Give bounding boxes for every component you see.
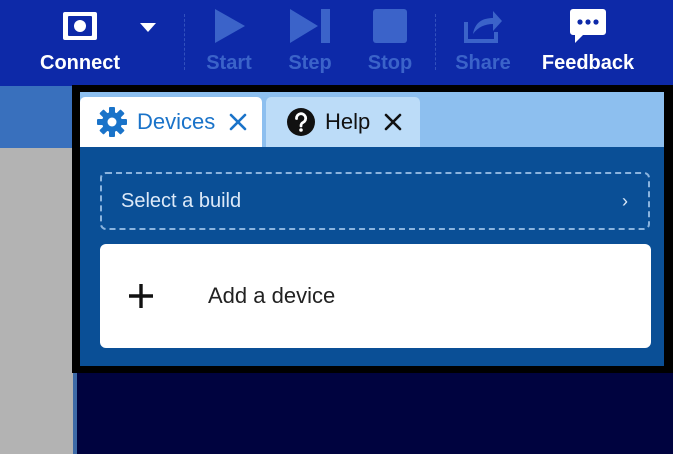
share-icon	[463, 0, 503, 52]
connect-label: Connect	[40, 52, 120, 74]
step-icon	[288, 0, 332, 52]
feedback-label: Feedback	[541, 52, 635, 74]
devices-dialog: Devices Help Select a build › Add a devi…	[72, 85, 673, 373]
background-panel-header	[0, 86, 73, 148]
step-label: Step	[288, 52, 332, 74]
stop-label: Stop	[367, 52, 413, 74]
select-build-label: Select a build	[121, 189, 242, 212]
plus-icon	[128, 283, 158, 309]
toolbar: Connect Start Step Stop Share Feedback	[0, 0, 673, 86]
close-icon[interactable]	[229, 113, 247, 131]
tab-help-label: Help	[325, 109, 371, 134]
tab-devices-label: Devices	[137, 109, 216, 134]
gear-icon	[96, 106, 128, 138]
play-icon	[212, 0, 246, 52]
add-device-label: Add a device	[208, 283, 336, 308]
chat-bubble-icon	[569, 0, 607, 52]
toolbar-separator	[184, 14, 185, 70]
close-icon[interactable]	[384, 113, 402, 131]
share-button[interactable]: Share	[450, 0, 516, 86]
connect-dropdown-icon[interactable]	[139, 20, 157, 38]
chevron-right-icon: ›	[622, 190, 628, 211]
tab-help[interactable]: Help	[266, 97, 420, 147]
share-label: Share	[455, 52, 511, 74]
feedback-button[interactable]: Feedback	[538, 0, 638, 86]
start-button[interactable]: Start	[200, 0, 258, 86]
stop-icon	[372, 0, 408, 52]
dialog-body: Devices Help Select a build › Add a devi…	[80, 92, 664, 366]
background-panel	[0, 148, 73, 454]
question-circle-icon	[286, 107, 316, 137]
tab-devices[interactable]: Devices	[80, 97, 262, 147]
step-button[interactable]: Step	[282, 0, 338, 86]
add-device-button[interactable]: Add a device	[100, 244, 651, 348]
connect-icon	[62, 0, 98, 52]
toolbar-separator	[435, 14, 436, 70]
tab-bar: Devices Help	[80, 92, 664, 147]
connect-button[interactable]: Connect	[36, 0, 124, 86]
stop-button[interactable]: Stop	[362, 0, 418, 86]
start-label: Start	[206, 52, 252, 74]
select-build-dropdown[interactable]: Select a build ›	[100, 172, 650, 230]
